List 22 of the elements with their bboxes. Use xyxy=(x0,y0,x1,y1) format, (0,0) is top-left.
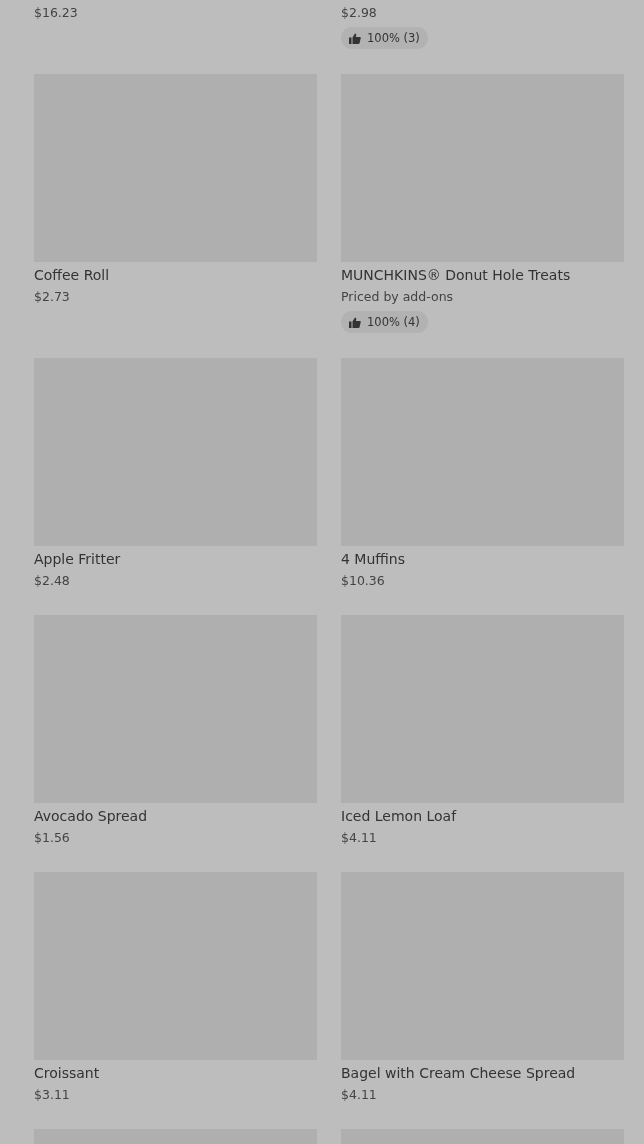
item-price: $4.11 xyxy=(341,1086,377,1104)
rating-text: 100% (4) xyxy=(367,315,420,329)
item-name: Iced Lemon Loaf xyxy=(341,807,457,826)
item-name: MUNCHKINS® Donut Hole Treats xyxy=(341,266,571,285)
item-name: Apple Fritter xyxy=(34,550,121,569)
thumbs-up-icon xyxy=(349,316,361,328)
thumbs-up-icon xyxy=(349,32,361,44)
item-price: $1.56 xyxy=(34,829,70,847)
item-name: 4 Muffins xyxy=(341,550,405,569)
item-price: $2.48 xyxy=(34,572,70,590)
rating-text: 100% (3) xyxy=(367,31,420,45)
item-price: $2.73 xyxy=(34,288,70,306)
item-name: Bagel with Cream Cheese Spread xyxy=(341,1064,576,1083)
item-name: Avocado Spread xyxy=(34,807,148,826)
item-price: $2.98 xyxy=(341,4,377,22)
item-price: $3.11 xyxy=(34,1086,70,1104)
item-price: $4.11 xyxy=(341,829,377,847)
item-price: $10.36 xyxy=(341,572,385,590)
item-name: Croissant xyxy=(34,1064,100,1083)
item-price: Priced by add-ons xyxy=(341,288,454,306)
item-name: Coffee Roll xyxy=(34,266,110,285)
item-price: $16.23 xyxy=(34,4,78,22)
